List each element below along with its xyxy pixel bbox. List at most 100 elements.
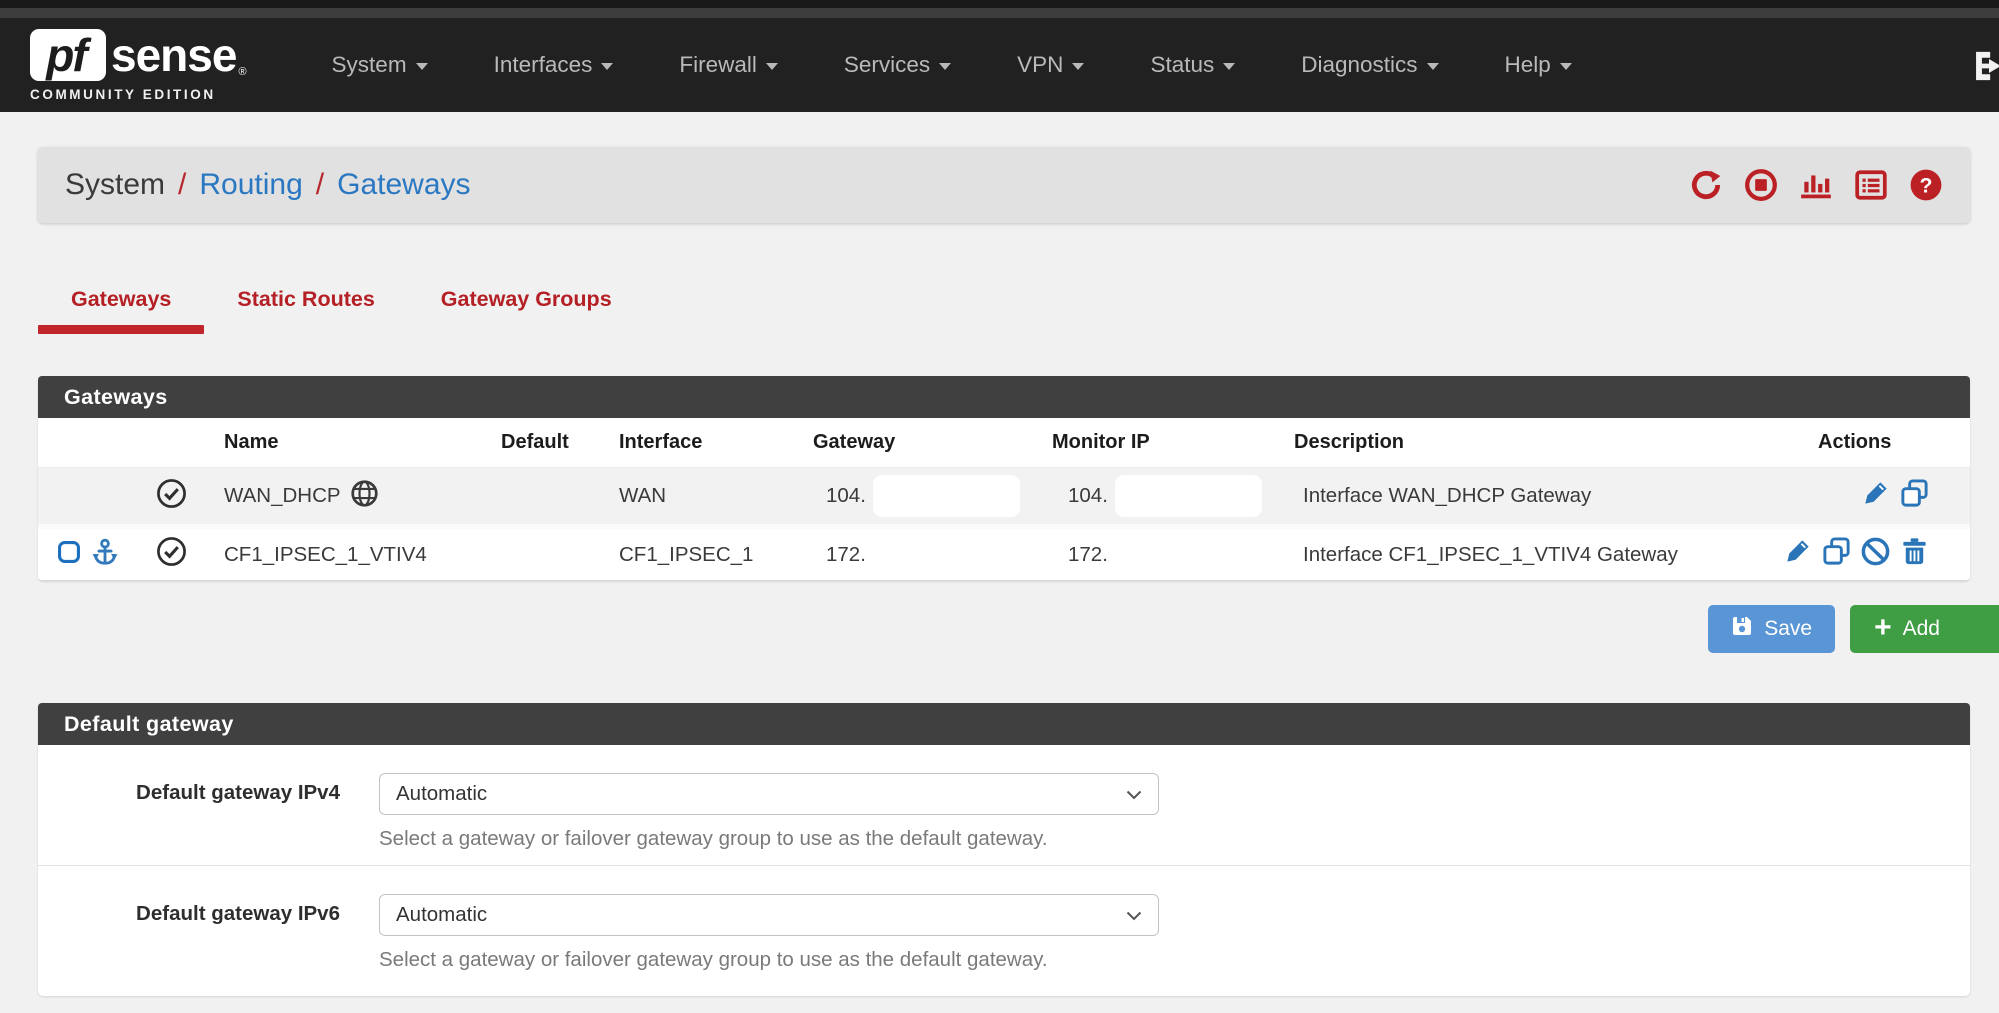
nav-item-diagnostics[interactable]: Diagnostics	[1268, 18, 1471, 112]
default-gateway-ipv6-select[interactable]: Automatic	[379, 894, 1159, 936]
redacted-value	[873, 475, 1020, 517]
default-gateway-ipv4-row: Default gateway IPv4 Automatic Select a …	[38, 745, 1970, 865]
default-gateway-ipv4-label: Default gateway IPv4	[38, 773, 340, 851]
selected-value: Automatic	[396, 782, 487, 806]
pfsense-logo[interactable]: pf sense ® COMMUNITY EDITION	[30, 28, 247, 102]
redacted-value	[1115, 475, 1262, 517]
status-ok-icon	[156, 478, 187, 515]
logo-sense-text: sense	[111, 28, 236, 82]
breadcrumb: System / Routing / Gateways	[65, 168, 471, 202]
chevron-down-icon	[1223, 63, 1235, 70]
column-header-default: Default	[501, 431, 611, 454]
gateways-panel-title: Gateways	[38, 376, 1970, 418]
nav-item-system[interactable]: System	[299, 18, 461, 112]
save-icon	[1731, 615, 1753, 643]
tab-gateway-groups[interactable]: Gateway Groups	[408, 287, 645, 334]
column-header-description: Description	[1266, 431, 1766, 454]
anchor-icon	[90, 537, 120, 573]
nav-item-interfaces[interactable]: Interfaces	[461, 18, 647, 112]
window-strip	[0, 8, 1999, 18]
add-button[interactable]: + Add	[1850, 605, 1999, 653]
column-header-gateway: Gateway	[791, 431, 1021, 454]
sign-out-icon[interactable]	[1969, 46, 1999, 91]
breadcrumb-link-routing[interactable]: Routing	[199, 168, 302, 202]
chevron-down-icon	[1126, 903, 1142, 927]
save-button-label: Save	[1764, 617, 1812, 641]
breadcrumb-separator: /	[178, 168, 186, 202]
default-gateway-ipv6-row: Default gateway IPv6 Automatic Select a …	[38, 865, 1970, 986]
default-gateway-ipv6-label: Default gateway IPv6	[38, 894, 340, 972]
monitor-ip: 104.	[1068, 484, 1108, 508]
copy-icon[interactable]	[1899, 478, 1930, 515]
chevron-down-icon	[1072, 63, 1084, 70]
breadcrumb-bar: System / Routing / Gateways ?	[38, 147, 1970, 223]
add-button-label: Add	[1903, 617, 1940, 641]
column-header-actions: Actions	[1766, 431, 1970, 454]
table-row-wan-dhcp: WAN_DHCP WAN 104. 104. Interface WAN_DHC…	[38, 468, 1970, 524]
help-icon[interactable]: ?	[1909, 168, 1943, 202]
chevron-down-icon	[1427, 63, 1439, 70]
chevron-down-icon	[766, 63, 778, 70]
field-help-text: Select a gateway or failover gateway gro…	[379, 827, 1159, 851]
gateway-name: CF1_IPSEC_1_VTIV4	[224, 543, 427, 567]
logo-tagline: COMMUNITY EDITION	[30, 87, 247, 102]
breadcrumb-separator: /	[316, 168, 324, 202]
logo-pf-box: pf	[30, 29, 106, 81]
column-header-name: Name	[218, 431, 501, 454]
refresh-icon[interactable]	[1689, 168, 1723, 202]
breadcrumb-section: System	[65, 168, 165, 202]
table-row-cf1-ipsec: CF1_IPSEC_1_VTIV4 CF1_IPSEC_1 172. 172. …	[38, 524, 1970, 580]
gateway-description: Interface CF1_IPSEC_1_VTIV4 Gateway	[1266, 543, 1766, 567]
gateway-address: 104.	[826, 484, 866, 508]
globe-icon	[350, 479, 379, 514]
copy-icon[interactable]	[1821, 536, 1852, 573]
main-navbar: pf sense ® COMMUNITY EDITION System Inte…	[0, 18, 1999, 112]
monitor-ip: 172.	[1068, 543, 1108, 567]
chevron-down-icon	[939, 63, 951, 70]
window-edge	[0, 0, 1999, 8]
save-button[interactable]: Save	[1708, 605, 1835, 653]
column-header-interface: Interface	[611, 431, 791, 454]
nav-item-status[interactable]: Status	[1117, 18, 1268, 112]
nav-item-firewall[interactable]: Firewall	[646, 18, 811, 112]
gateways-table: Name Default Interface Gateway Monitor I…	[38, 418, 1970, 581]
logo-registered-mark: ®	[238, 66, 246, 78]
delete-icon[interactable]	[1899, 536, 1930, 573]
nav-item-services[interactable]: Services	[811, 18, 984, 112]
plus-icon: +	[1874, 613, 1892, 643]
routing-tabs: Gateways Static Routes Gateway Groups	[38, 287, 1999, 334]
column-header-monitor-ip: Monitor IP	[1021, 431, 1266, 454]
status-ok-icon	[156, 536, 187, 573]
disable-icon[interactable]	[1860, 536, 1891, 573]
default-gateway-panel-title: Default gateway	[38, 703, 1970, 745]
stop-icon[interactable]	[1744, 168, 1778, 202]
chevron-down-icon	[1560, 63, 1572, 70]
nav-item-help[interactable]: Help	[1472, 18, 1605, 112]
gateway-description: Interface WAN_DHCP Gateway	[1266, 484, 1766, 508]
field-help-text: Select a gateway or failover gateway gro…	[379, 948, 1159, 972]
default-gateway-ipv4-select[interactable]: Automatic	[379, 773, 1159, 815]
selected-value: Automatic	[396, 903, 487, 927]
tab-static-routes[interactable]: Static Routes	[204, 287, 407, 334]
edit-icon[interactable]	[1860, 478, 1891, 515]
table-header-row: Name Default Interface Gateway Monitor I…	[38, 418, 1970, 468]
default-gateway-panel: Default gateway Default gateway IPv4 Aut…	[38, 703, 1970, 996]
table-buttons: Save + Add	[38, 605, 1970, 653]
edit-icon[interactable]	[1782, 536, 1813, 573]
chevron-down-icon	[1126, 782, 1142, 806]
svg-text:?: ?	[1920, 173, 1933, 197]
interface-cell: CF1_IPSEC_1	[611, 543, 791, 567]
gateway-address: 172.	[826, 543, 866, 567]
page-action-icons: ?	[1689, 168, 1943, 202]
nav-menu: System Interfaces Firewall Services VPN …	[299, 18, 1605, 112]
checkbox-icon[interactable]	[57, 540, 81, 570]
interface-cell: WAN	[611, 484, 791, 508]
nav-item-vpn[interactable]: VPN	[984, 18, 1117, 112]
logo-pf-text: pf	[46, 28, 89, 82]
chevron-down-icon	[601, 63, 613, 70]
gateway-name: WAN_DHCP	[224, 484, 341, 508]
tab-gateways[interactable]: Gateways	[38, 287, 204, 334]
breadcrumb-link-gateways[interactable]: Gateways	[337, 168, 470, 202]
log-list-icon[interactable]	[1854, 168, 1888, 202]
bar-chart-icon[interactable]	[1799, 168, 1833, 202]
